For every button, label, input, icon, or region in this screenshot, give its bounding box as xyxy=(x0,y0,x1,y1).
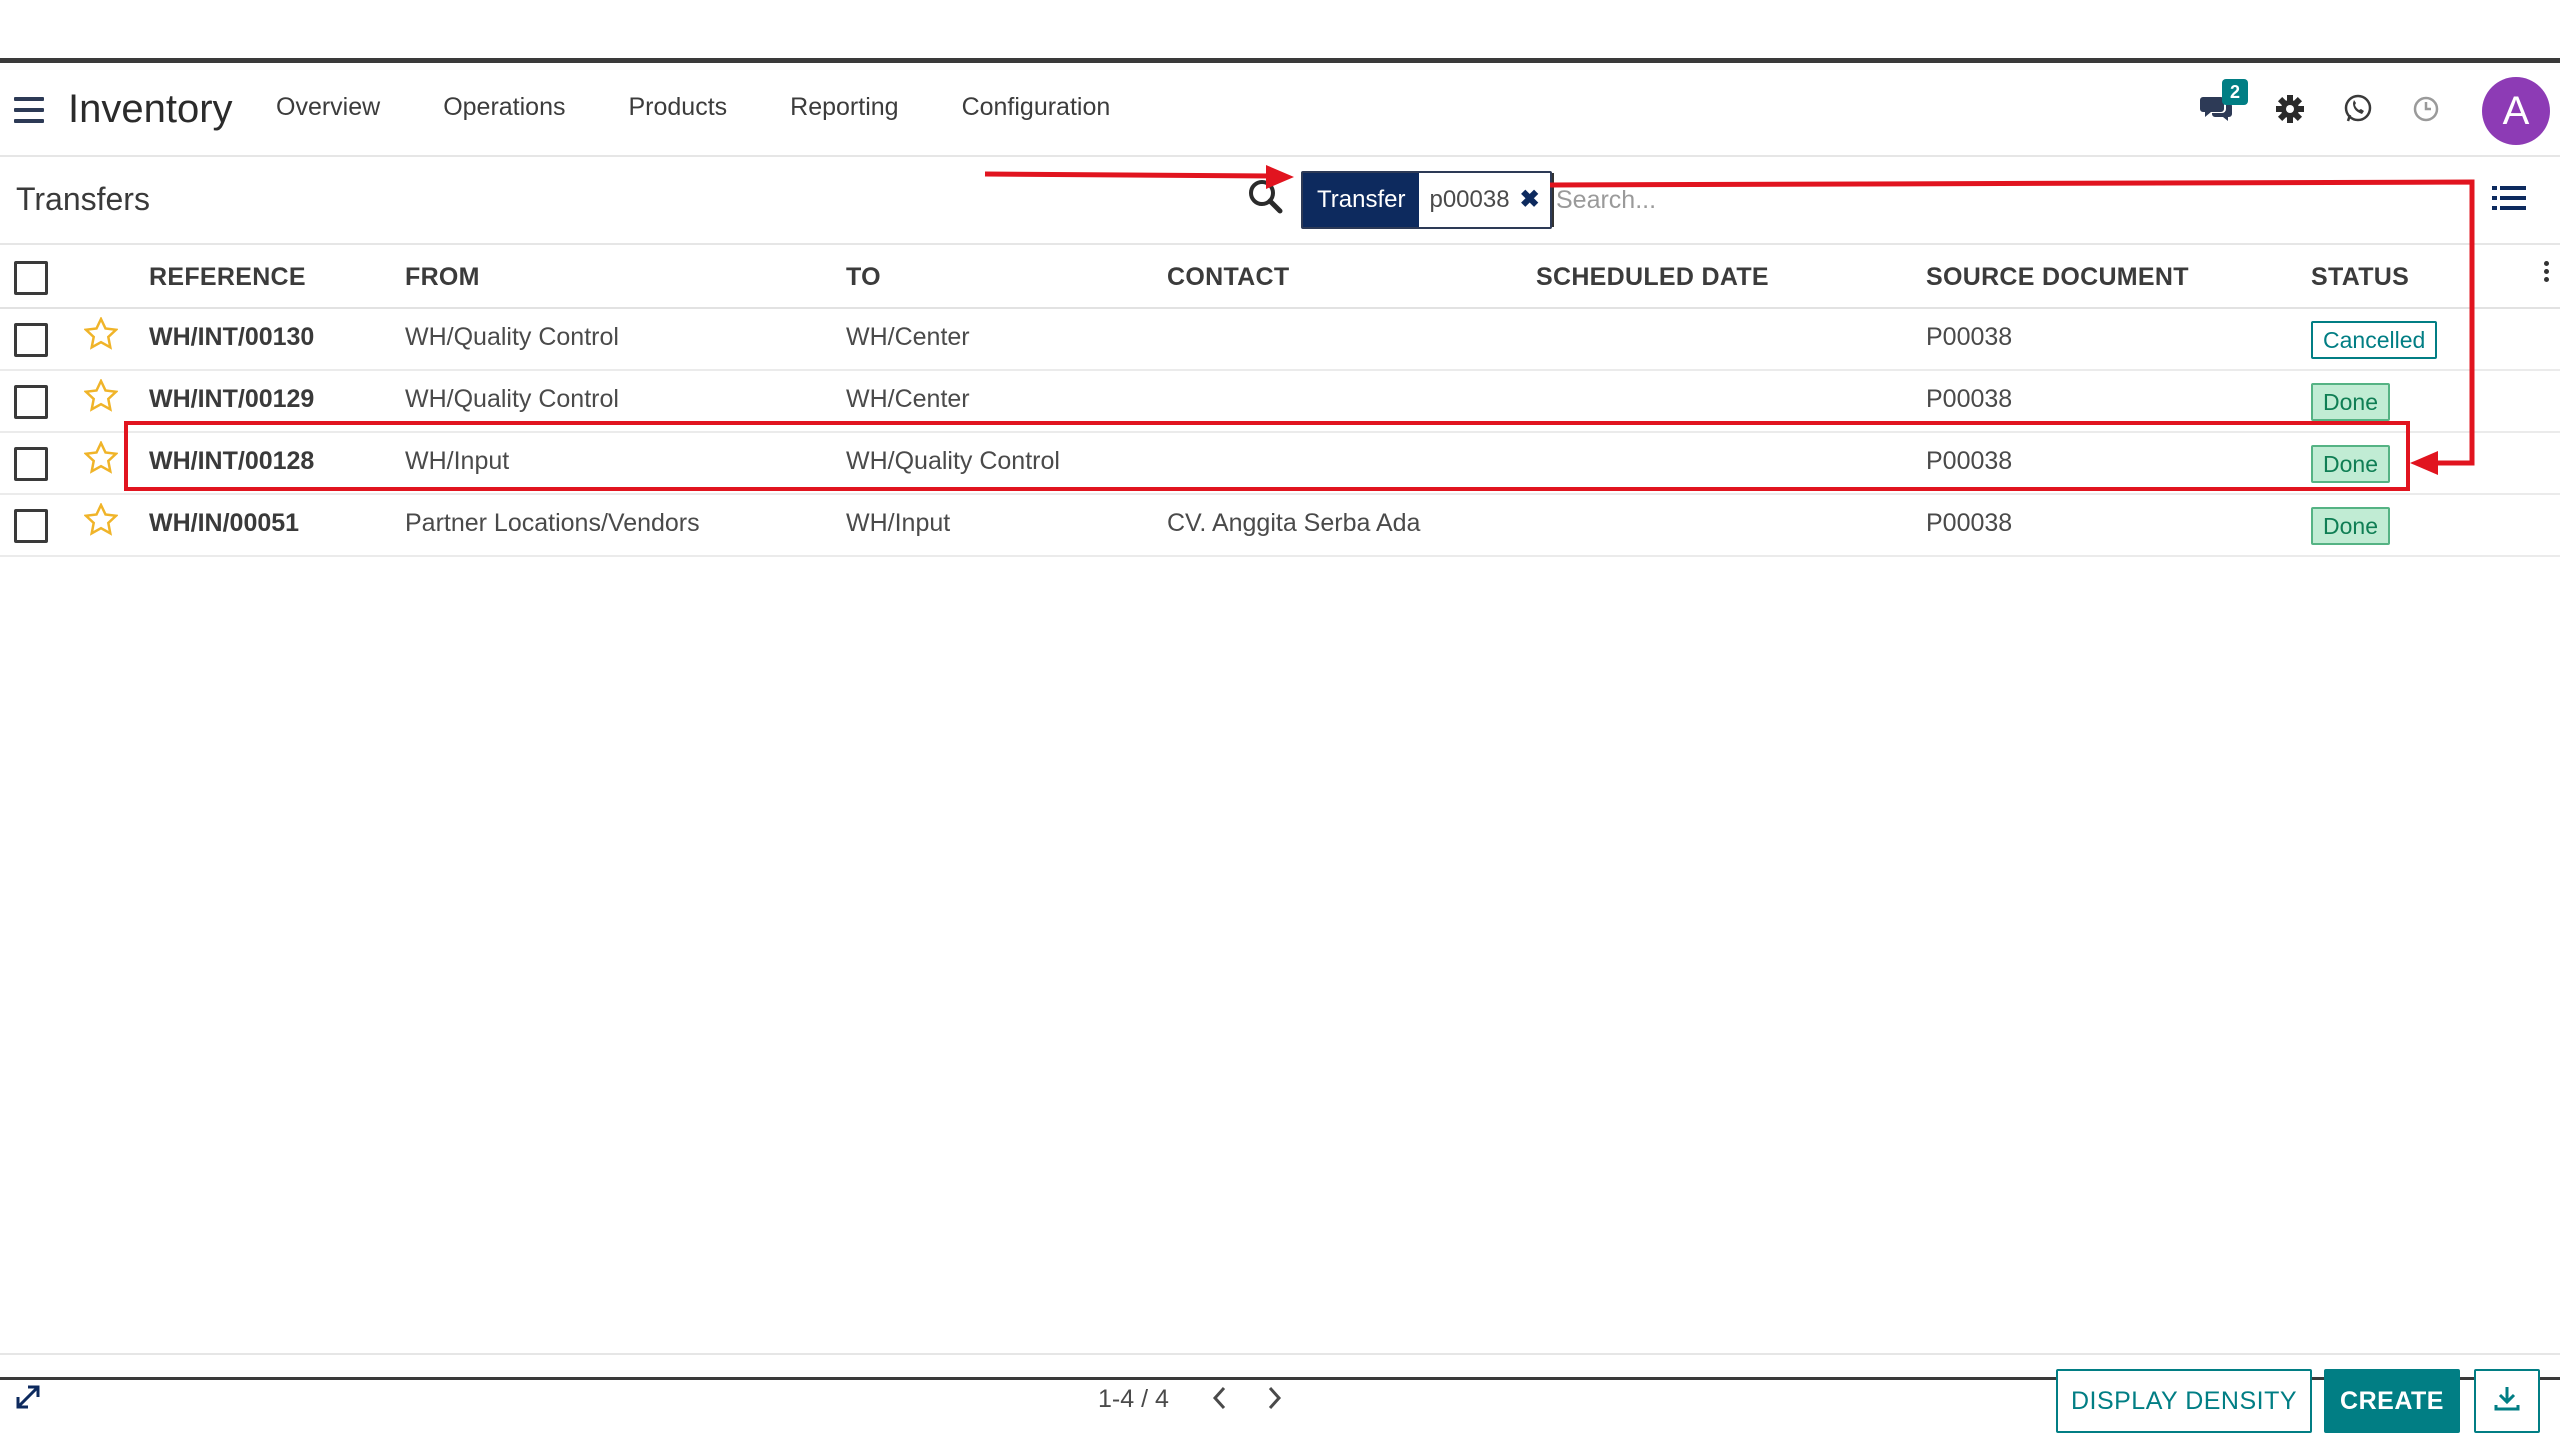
cell-reference: WH/INT/00129 xyxy=(149,385,315,413)
user-avatar[interactable]: A xyxy=(2482,77,2550,145)
menu-reporting[interactable]: Reporting xyxy=(790,93,898,122)
page-title: Transfers xyxy=(16,181,150,217)
cell-source-document: P00038 xyxy=(1926,323,2013,351)
main-menu: Overview Operations Products Reporting C… xyxy=(276,93,1173,122)
list-view-icon[interactable] xyxy=(2492,183,2526,213)
table-header: REFERENCE FROM TO CONTACT SCHEDULED DATE… xyxy=(0,247,2560,309)
row-checkbox[interactable] xyxy=(14,385,48,419)
col-scheduled-date[interactable]: SCHEDULED DATE xyxy=(1536,263,1769,292)
apps-menu-icon[interactable] xyxy=(14,97,44,123)
search-icon[interactable] xyxy=(1246,177,1286,217)
row-checkbox[interactable] xyxy=(14,323,48,357)
control-panel: Transfers Transfer p00038 ✖ xyxy=(0,159,2560,245)
top-navbar: Inventory Overview Operations Products R… xyxy=(0,63,2560,157)
menu-operations[interactable]: Operations xyxy=(443,93,565,122)
settings-icon[interactable] xyxy=(2274,93,2314,129)
messages-icon[interactable]: 2 xyxy=(2200,79,2248,129)
cell-source-document: P00038 xyxy=(1926,509,2013,537)
footer-bar: 1-4 / 4 DISPLAY DENSITY CREATE xyxy=(0,1353,2560,1440)
facet-value-wrap: p00038 ✖ xyxy=(1419,173,1550,227)
status-badge: Cancelled xyxy=(2311,321,2438,359)
star-icon[interactable] xyxy=(84,317,118,351)
whatsapp-icon[interactable] xyxy=(2342,93,2382,129)
activity-clock-icon[interactable] xyxy=(2410,93,2450,129)
search-input[interactable] xyxy=(1552,173,2452,227)
cell-source-document: P00038 xyxy=(1926,385,2013,413)
facet-label: Transfer xyxy=(1303,173,1420,227)
select-all-checkbox[interactable] xyxy=(14,261,48,295)
phone-chat-icon xyxy=(2344,94,2372,122)
pager-next-icon[interactable] xyxy=(1260,1383,1288,1413)
download-button[interactable] xyxy=(2474,1369,2540,1433)
pager-previous-icon[interactable] xyxy=(1206,1383,1234,1413)
menu-overview[interactable]: Overview xyxy=(276,93,380,122)
search-facet: Transfer p00038 ✖ xyxy=(1301,171,1552,229)
menu-configuration[interactable]: Configuration xyxy=(962,93,1111,122)
magnifier-icon xyxy=(1249,180,1283,214)
col-from[interactable]: FROM xyxy=(405,263,480,292)
highlight-box xyxy=(124,421,2410,491)
facet-remove-icon[interactable]: ✖ xyxy=(1520,173,1540,227)
col-source-document[interactable]: SOURCE DOCUMENT xyxy=(1926,263,2189,292)
download-icon xyxy=(2494,1386,2520,1410)
cell-from: WH/Quality Control xyxy=(405,323,619,351)
star-icon[interactable] xyxy=(84,379,118,413)
cell-to: WH/Center xyxy=(846,385,970,413)
cell-to: WH/Input xyxy=(846,509,951,537)
facet-value: p00038 xyxy=(1429,186,1510,213)
menu-products[interactable]: Products xyxy=(628,93,727,122)
col-reference[interactable]: REFERENCE xyxy=(149,263,306,292)
cell-reference: WH/INT/00130 xyxy=(149,323,315,351)
display-density-button[interactable]: DISPLAY DENSITY xyxy=(2056,1369,2312,1433)
status-badge: Done xyxy=(2311,383,2390,421)
col-contact[interactable]: CONTACT xyxy=(1167,263,1289,292)
app-frame: Inventory Overview Operations Products R… xyxy=(0,58,2560,1433)
cell-from: Partner Locations/Vendors xyxy=(405,509,700,537)
cell-from: WH/Quality Control xyxy=(405,385,619,413)
star-icon[interactable] xyxy=(84,441,118,475)
col-to[interactable]: TO xyxy=(846,263,881,292)
star-icon[interactable] xyxy=(84,503,118,537)
pager-value[interactable]: 1-4 / 4 xyxy=(1098,1385,1169,1414)
create-button[interactable]: CREATE xyxy=(2324,1369,2460,1433)
cell-reference: WH/IN/00051 xyxy=(149,509,300,537)
gear-icon xyxy=(2276,95,2304,123)
status-badge: Done xyxy=(2311,507,2390,545)
table-row[interactable]: WH/INT/00130 WH/Quality Control WH/Cente… xyxy=(0,309,2560,371)
col-status[interactable]: STATUS xyxy=(2311,263,2409,292)
row-checkbox[interactable] xyxy=(14,447,48,481)
clock-icon xyxy=(2413,96,2439,122)
cell-to: WH/Center xyxy=(846,323,970,351)
list-icon xyxy=(2492,186,2526,210)
messages-badge: 2 xyxy=(2222,79,2248,105)
app-name: Inventory xyxy=(68,87,233,131)
row-checkbox[interactable] xyxy=(14,509,48,543)
expand-icon[interactable] xyxy=(14,1383,42,1411)
cell-contact: CV. Anggita Serba Ada xyxy=(1167,509,1421,537)
table-row[interactable]: WH/IN/00051 Partner Locations/Vendors WH… xyxy=(0,495,2560,557)
optional-columns-icon[interactable] xyxy=(2544,261,2550,283)
